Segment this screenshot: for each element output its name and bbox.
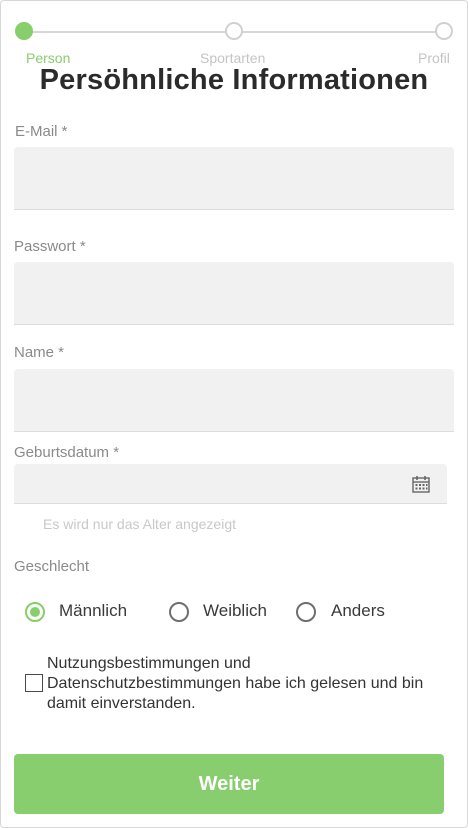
step-dot-person[interactable] [15,22,33,40]
weiter-button[interactable]: Weiter [14,754,444,814]
gender-label: Geschlecht [14,558,90,575]
birthdate-field[interactable] [14,464,447,504]
password-field[interactable] [14,262,454,325]
terms-checkbox[interactable] [25,674,43,692]
radio-weiblich[interactable] [169,602,189,622]
name-label: Name * [14,344,65,361]
radio-label-anders[interactable]: Anders [331,601,385,621]
step-dot-profil[interactable] [435,22,453,40]
step-dot-sportarten[interactable] [225,22,243,40]
email-field[interactable] [14,147,454,210]
calendar-icon[interactable] [412,475,430,493]
radio-anders[interactable] [296,602,316,622]
radio-label-weiblich[interactable]: Weiblich [203,601,267,621]
birthdate-hint: Es wird nur das Alter angezeigt [43,516,236,532]
radio-label-maennlich[interactable]: Männlich [59,601,127,621]
page-title: Persöhnliche Informationen [39,64,429,96]
terms-text: Nutzungsbestimmungen und Datenschutzbest… [47,655,424,712]
password-label: Passwort * [14,238,86,255]
email-label: E-Mail * [15,123,68,140]
birthdate-label: Geburtsdatum * [14,444,120,461]
radio-maennlich[interactable] [25,602,45,622]
name-field[interactable] [14,369,454,432]
